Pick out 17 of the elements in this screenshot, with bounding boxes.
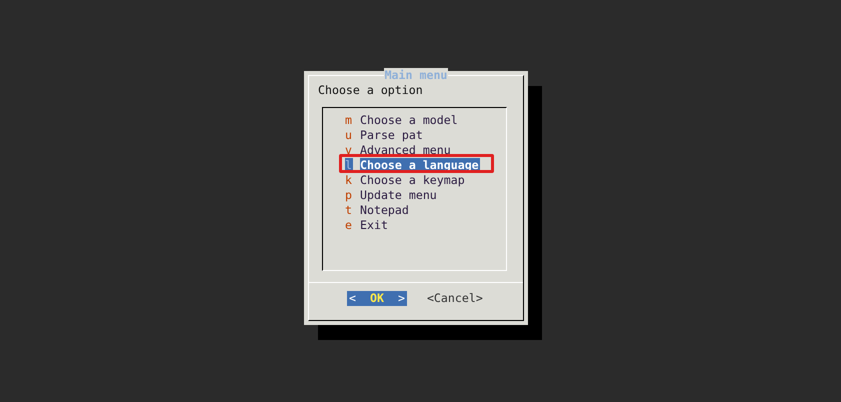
menu-item[interactable]: Choose a keymap bbox=[360, 173, 466, 188]
hotkey-letter: e bbox=[345, 218, 353, 233]
dialog-button[interactable]: < OK > bbox=[347, 291, 407, 306]
prompt-text: Choose a option bbox=[318, 83, 423, 98]
hotkey-letter: m bbox=[345, 113, 353, 128]
menu-item[interactable]: Exit bbox=[360, 218, 389, 233]
hotkey-letter: k bbox=[345, 173, 353, 188]
menu-item[interactable]: Update menu bbox=[360, 188, 438, 203]
hotkey-letter: u bbox=[345, 128, 353, 143]
dialog-button[interactable]: <Cancel> bbox=[426, 291, 483, 306]
hotkey-letter: t bbox=[345, 203, 353, 218]
menu-item[interactable]: Parse pat bbox=[360, 128, 424, 143]
hotkey-letter: v bbox=[345, 143, 353, 158]
menu-item[interactable]: Choose a model bbox=[360, 113, 459, 128]
menu-item[interactable]: Notepad bbox=[360, 203, 410, 218]
menu-item[interactable]: Advanced menu bbox=[360, 143, 452, 158]
hotkey-letter: p bbox=[345, 188, 353, 203]
